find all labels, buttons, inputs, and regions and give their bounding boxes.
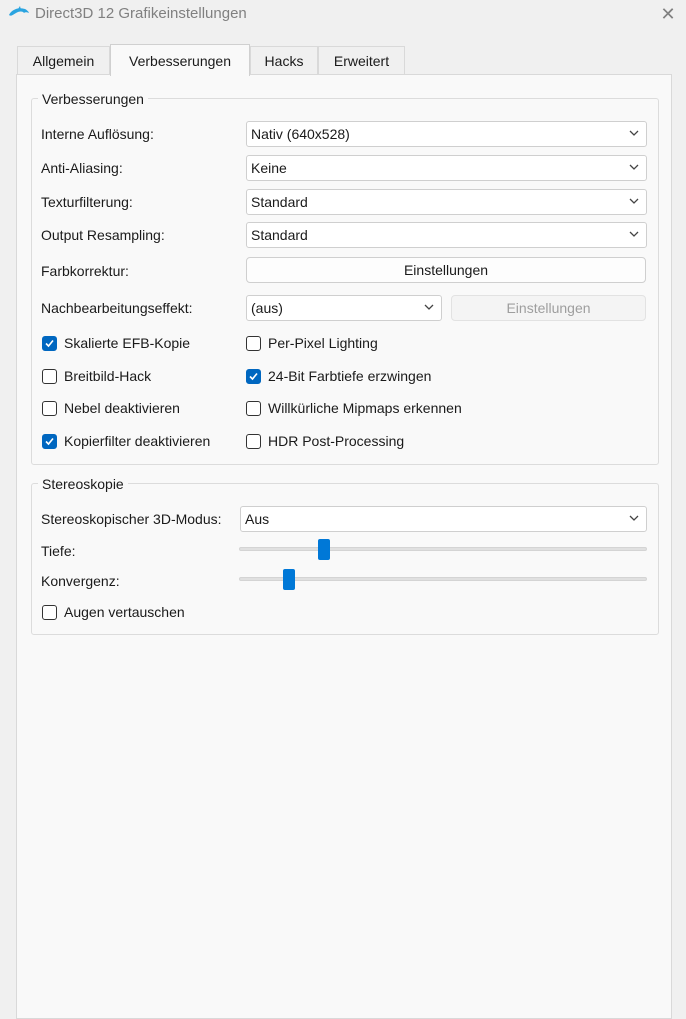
dolphin-icon — [8, 6, 30, 23]
internal-resolution-select[interactable]: Nativ (640x528) — [246, 121, 647, 147]
convergence-slider-track[interactable] — [239, 577, 647, 581]
tab-erweitert[interactable]: Erweitert — [318, 46, 405, 74]
texture-filtering-select[interactable]: Standard — [246, 189, 647, 215]
select-value: Standard — [251, 194, 308, 210]
depth-label: Tiefe: — [41, 543, 76, 559]
title-bar: Direct3D 12 Grafikeinstellungen ✕ — [0, 0, 686, 30]
texture-filtering-label: Texturfilterung: — [41, 194, 133, 210]
internal-resolution-label: Interne Auflösung: — [41, 126, 154, 142]
checkmark-icon — [45, 339, 54, 348]
tab-hacks[interactable]: Hacks — [250, 46, 318, 74]
tab-allgemein[interactable]: Allgemein — [17, 46, 110, 74]
checkmark-icon — [45, 437, 54, 446]
convergence-slider-thumb[interactable] — [283, 569, 295, 590]
chevron-down-icon — [629, 164, 639, 170]
scaled-efb-checkbox[interactable] — [42, 336, 57, 351]
output-resampling-label: Output Resampling: — [41, 227, 165, 243]
stereo-mode-select[interactable]: Aus — [240, 506, 647, 532]
select-value: Standard — [251, 227, 308, 243]
select-value: Aus — [245, 511, 270, 527]
force-24bit-checkbox[interactable] — [246, 369, 261, 384]
widescreen-hack-label[interactable]: Breitbild-Hack — [64, 368, 151, 384]
select-value: Keine — [251, 160, 287, 176]
disable-copy-filter-checkbox[interactable] — [42, 434, 57, 449]
anti-aliasing-label: Anti-Aliasing: — [41, 160, 123, 176]
depth-slider-thumb[interactable] — [318, 539, 330, 560]
disable-copy-filter-label[interactable]: Kopierfilter deaktivieren — [64, 433, 210, 449]
swap-eyes-label[interactable]: Augen vertauschen — [64, 604, 185, 620]
disable-fog-label[interactable]: Nebel deaktivieren — [64, 400, 180, 416]
per-pixel-lighting-checkbox[interactable] — [246, 336, 261, 351]
disable-fog-checkbox[interactable] — [42, 401, 57, 416]
swap-eyes-checkbox[interactable] — [42, 605, 57, 620]
color-correction-label: Farbkorrektur: — [41, 263, 129, 279]
anti-aliasing-select[interactable]: Keine — [246, 155, 647, 181]
chevron-down-icon — [629, 198, 639, 204]
color-correction-settings-button[interactable]: Einstellungen — [246, 257, 646, 283]
scaled-efb-label[interactable]: Skalierte EFB-Kopie — [64, 335, 190, 351]
hdr-post-processing-checkbox[interactable] — [246, 434, 261, 449]
stereo-mode-label: Stereoskopischer 3D-Modus: — [41, 511, 222, 527]
force-24bit-label[interactable]: 24-Bit Farbtiefe erzwingen — [268, 368, 431, 384]
post-processing-label: Nachbearbeitungseffekt: — [41, 300, 193, 316]
convergence-label: Konvergenz: — [41, 573, 120, 589]
post-processing-settings-button: Einstellungen — [451, 295, 646, 321]
tab-verbesserungen[interactable]: Verbesserungen — [110, 44, 250, 76]
select-value: Nativ (640x528) — [251, 126, 350, 142]
output-resampling-select[interactable]: Standard — [246, 222, 647, 248]
chevron-down-icon — [424, 304, 434, 310]
group-title: Verbesserungen — [38, 91, 148, 107]
per-pixel-lighting-label[interactable]: Per-Pixel Lighting — [268, 335, 378, 351]
chevron-down-icon — [629, 130, 639, 136]
hdr-post-processing-label[interactable]: HDR Post-Processing — [268, 433, 404, 449]
chevron-down-icon — [629, 231, 639, 237]
close-icon[interactable]: ✕ — [656, 2, 680, 26]
group-title: Stereoskopie — [38, 476, 128, 492]
arbitrary-mipmaps-checkbox[interactable] — [246, 401, 261, 416]
chevron-down-icon — [629, 515, 639, 521]
post-processing-select[interactable]: (aus) — [246, 295, 442, 321]
arbitrary-mipmaps-label[interactable]: Willkürliche Mipmaps erkennen — [268, 400, 462, 416]
window-title: Direct3D 12 Grafikeinstellungen — [35, 5, 247, 22]
checkmark-icon — [249, 372, 258, 381]
select-value: (aus) — [251, 300, 283, 316]
tab-page: Verbesserungen Interne Auflösung: Nativ … — [16, 74, 672, 1019]
widescreen-hack-checkbox[interactable] — [42, 369, 57, 384]
depth-slider-track[interactable] — [239, 547, 647, 551]
